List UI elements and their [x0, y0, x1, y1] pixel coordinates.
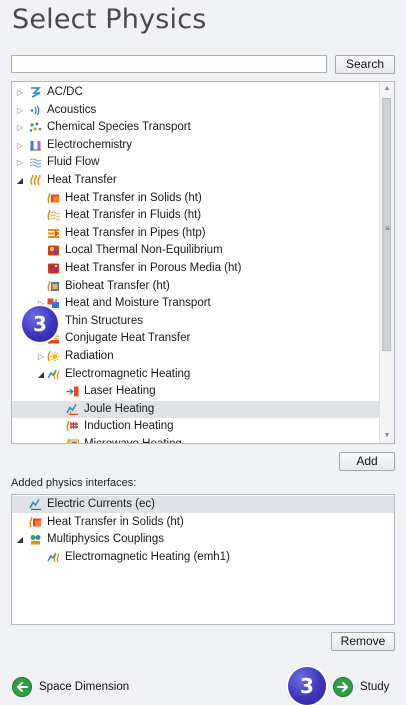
heat-solids-icon [29, 516, 42, 528]
tree-item-label: Laser Heating [84, 385, 156, 398]
collapse-arrow-icon[interactable]: ▷ [15, 84, 25, 101]
collapse-arrow-icon[interactable]: ▷ [15, 119, 25, 136]
collapse-arrow-icon[interactable]: ▷ [15, 154, 25, 171]
tree-item-label: Thin Structures [65, 314, 143, 327]
tree-item-label: Electrochemistry [47, 138, 132, 151]
back-nav-label[interactable]: Space Dimension [39, 675, 129, 699]
scroll-down-icon[interactable]: ▼ [380, 429, 394, 443]
tree-item-label: Heat Transfer in Solids (ht) [47, 515, 184, 528]
tree-item-label: Heat Transfer in Solids (ht) [65, 191, 202, 204]
step-badge: 3 [22, 306, 58, 342]
radiation-icon [47, 350, 60, 362]
microwave-heating-icon [66, 438, 79, 443]
em-heating-icon [47, 552, 60, 563]
tree-item-label: Microwave Heating [84, 438, 182, 444]
tree-item-label: Bioheat Transfer (ht) [65, 279, 170, 292]
acoustics-icon [29, 105, 42, 116]
tree-item-label: Joule Heating [84, 402, 155, 415]
induction-heating-icon [66, 421, 79, 432]
expand-arrow-icon[interactable]: ◢ [15, 172, 25, 189]
tree-item-label: Heat Transfer in Pipes (htp) [65, 226, 206, 239]
thermal-nonequilibrium-icon [47, 245, 60, 256]
laser-heating-icon [66, 386, 79, 397]
search-input[interactable] [11, 55, 327, 73]
expand-arrow-icon[interactable]: ◢ [15, 531, 25, 548]
add-button[interactable]: Add [339, 452, 395, 471]
tree-item-label: Conjugate Heat Transfer [65, 332, 191, 345]
page-title: Select Physics [12, 4, 207, 35]
step-badge: 3 [288, 667, 326, 705]
electric-currents-icon [29, 499, 42, 511]
porous-media-icon [47, 263, 60, 274]
tree-item-label: Heat Transfer in Fluids (ht) [65, 209, 202, 222]
joule-heating-icon [66, 403, 79, 416]
tree-item-label: Chemical Species Transport [47, 121, 191, 134]
tree-item[interactable]: Joule Heating [12, 400, 381, 418]
tree-item-label: Radiation [65, 350, 114, 362]
added-interfaces-list[interactable]: Electric Currents (ec) Heat Transfer in S… [11, 494, 395, 625]
tree-item-label: Multiphysics Couplings [47, 533, 164, 546]
multiphysics-icon [29, 534, 42, 545]
tree-item-label: Heat and Moisture Transport [65, 297, 211, 310]
heat-transfer-icon [29, 174, 42, 186]
acdc-icon [29, 87, 42, 98]
tree-item-label: Local Thermal Non-Equilibrium [65, 244, 223, 257]
scrollbar-thumb[interactable]: ≡ [382, 98, 391, 351]
arrow-right-icon[interactable] [333, 677, 353, 697]
back-nav-button[interactable]: Space Dimension [12, 675, 152, 699]
tree-scrollbar[interactable]: ▲ ≡ ▼ [379, 82, 394, 443]
heat-fluids-icon [47, 209, 61, 221]
remove-button[interactable]: Remove [331, 632, 395, 651]
electrochemistry-icon [29, 140, 42, 151]
next-nav-label[interactable]: Study [360, 675, 389, 699]
tree-item-label: Heat Transfer in Porous Media (ht) [65, 262, 242, 274]
chemical-species-icon [29, 122, 42, 133]
search-button[interactable]: Search [335, 55, 395, 74]
tree-item-label: Acoustics [47, 103, 97, 116]
next-nav-button[interactable]: Study [333, 675, 403, 699]
tree-item-label: Electromagnetic Heating (emh1) [65, 550, 230, 563]
physics-tree[interactable]: ▷ AC/DC ▷ Acoustics ▷ Chemical Species Transp… [11, 81, 395, 444]
tree-item-label: Induction Heating [84, 420, 174, 433]
tree-item-label: Electromagnetic Heating [65, 367, 191, 380]
grip-icon: ≡ [385, 224, 390, 233]
added-interfaces-label: Added physics interfaces: [11, 477, 137, 489]
heat-solids-icon [47, 192, 60, 204]
expand-arrow-icon[interactable]: ◢ [36, 366, 46, 383]
bioheat-icon [47, 280, 60, 292]
tree-item-label: Heat Transfer [47, 174, 117, 186]
arrow-left-icon[interactable] [12, 677, 32, 697]
collapse-arrow-icon[interactable]: ▷ [36, 348, 46, 365]
heat-pipes-icon [47, 228, 60, 239]
tree-item-label: AC/DC [47, 86, 83, 98]
scroll-up-icon[interactable]: ▲ [380, 82, 394, 96]
tree-item-label: Fluid Flow [47, 156, 100, 169]
fluid-flow-icon [29, 157, 42, 168]
collapse-arrow-icon[interactable]: ▷ [15, 102, 25, 119]
tree-item-label: Electric Currents (ec) [47, 498, 155, 510]
collapse-arrow-icon[interactable]: ▷ [15, 137, 25, 154]
em-heating-icon [47, 369, 60, 380]
tree-item[interactable]: Electric Currents (ec) [12, 496, 394, 513]
